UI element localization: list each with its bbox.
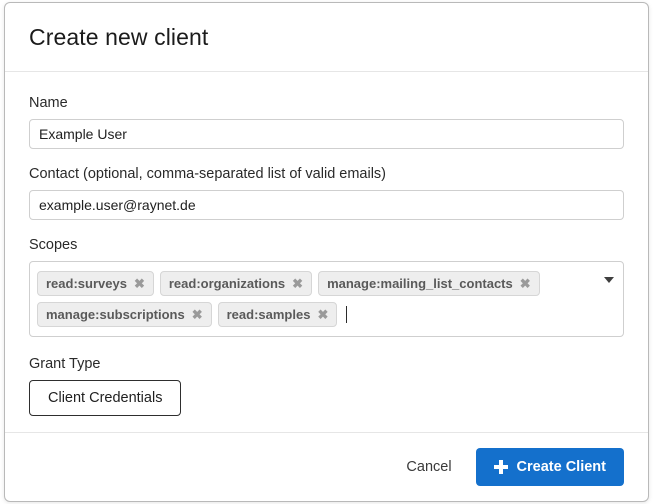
scope-chip[interactable]: manage:subscriptions ✖ [37, 302, 212, 327]
name-label: Name [29, 94, 624, 112]
create-client-dialog: Create new client Name Contact (optional… [4, 2, 649, 502]
scopes-multiselect[interactable]: read:surveys✖read:organizations✖manage:m… [29, 261, 624, 337]
scope-chip[interactable]: read:samples ✖ [218, 302, 338, 327]
chevron-down-icon[interactable] [604, 277, 614, 283]
scope-chip[interactable]: manage:mailing_list_contacts ✖ [318, 271, 540, 296]
scope-chip-label: read:organizations [169, 277, 285, 290]
plus-icon [494, 460, 508, 474]
contact-input[interactable] [29, 190, 624, 220]
cancel-button[interactable]: Cancel [392, 451, 465, 483]
close-icon[interactable]: ✖ [292, 277, 303, 290]
close-icon[interactable]: ✖ [134, 277, 145, 290]
close-icon[interactable]: ✖ [520, 277, 531, 290]
close-icon[interactable]: ✖ [317, 308, 328, 321]
scopes-text-cursor [346, 306, 347, 323]
scope-chip[interactable]: read:surveys ✖ [37, 271, 154, 296]
create-client-button[interactable]: Create Client [476, 448, 624, 486]
scope-chip-label: manage:mailing_list_contacts [327, 277, 513, 290]
scopes-chip-list: read:surveys✖read:organizations✖manage:m… [37, 268, 597, 330]
contact-label: Contact (optional, comma-separated list … [29, 165, 624, 183]
name-field-group: Name [29, 94, 624, 149]
scopes-field-group: Scopes read:surveys✖read:organizations✖m… [29, 236, 624, 337]
grant-type-label: Grant Type [29, 355, 624, 373]
dialog-header: Create new client [5, 3, 648, 72]
grant-type-option-client-credentials[interactable]: Client Credentials [29, 380, 181, 416]
scope-chip-label: read:samples [227, 308, 311, 321]
name-input[interactable] [29, 119, 624, 149]
scope-chip-label: manage:subscriptions [46, 308, 185, 321]
contact-field-group: Contact (optional, comma-separated list … [29, 165, 624, 220]
scope-chip[interactable]: read:organizations ✖ [160, 271, 312, 296]
scopes-label: Scopes [29, 236, 624, 254]
grant-type-field-group: Grant Type Client Credentials [29, 355, 624, 416]
dialog-footer: Cancel Create Client [5, 432, 648, 501]
scope-chip-label: read:surveys [46, 277, 127, 290]
page-title: Create new client [29, 24, 208, 51]
dialog-body: Name Contact (optional, comma-separated … [5, 72, 648, 432]
close-icon[interactable]: ✖ [192, 308, 203, 321]
create-client-button-label: Create Client [517, 459, 606, 475]
